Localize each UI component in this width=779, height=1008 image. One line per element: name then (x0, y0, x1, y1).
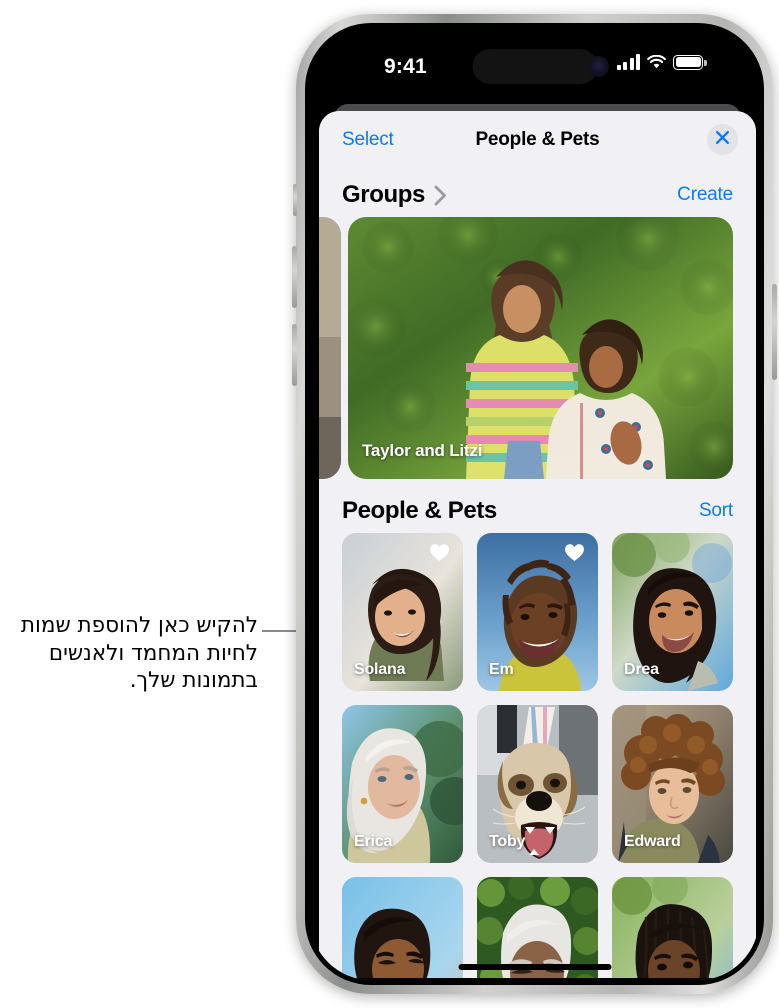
status-bar: 9:41 (310, 28, 759, 112)
heart-icon (564, 543, 585, 562)
person-name: Edward (624, 833, 681, 850)
person-tile[interactable] (342, 877, 463, 980)
groups-carousel[interactable]: Taylor and Litzi (319, 217, 756, 479)
device-bezel: 9:41 Select People & Pets Groups Create … (305, 23, 764, 985)
group-card[interactable]: Taylor and Litzi (348, 217, 733, 479)
screenshot-root: להקיש כאן להוספת שמות לחיות המחמד ולאנשי… (0, 0, 779, 1008)
person-tile[interactable]: Solana (342, 533, 463, 691)
person-name: Drea (624, 661, 659, 678)
person-name: Solana (354, 661, 406, 678)
iphone-device: 9:41 Select People & Pets Groups Create … (292, 14, 777, 994)
person-tile[interactable]: Drea (612, 533, 733, 691)
sort-button[interactable]: Sort (699, 500, 733, 522)
people-pets-section-header: People & Pets Sort (319, 489, 756, 533)
wifi-icon (647, 54, 666, 70)
person-tile[interactable]: Em (477, 533, 598, 691)
chevron-right-icon[interactable] (434, 185, 447, 206)
heart-icon (429, 543, 450, 562)
power-button[interactable] (772, 284, 777, 380)
annotation-callout: להקיש כאן להוספת שמות לחיות המחמד ולאנשי… (20, 613, 258, 693)
people-pets-sheet: Select People & Pets Groups Create Taylo… (319, 111, 756, 980)
device-screen: 9:41 Select People & Pets Groups Create … (310, 28, 759, 980)
person-tile[interactable]: Toby (477, 705, 598, 863)
create-group-button[interactable]: Create (677, 184, 733, 206)
volume-down-button[interactable] (292, 324, 297, 386)
silence-switch[interactable] (293, 184, 297, 216)
person-name: Toby (489, 833, 526, 850)
people-pets-grid: Solana Em Drea Erica Toby Edward (319, 533, 756, 980)
front-camera (588, 56, 609, 77)
home-indicator[interactable] (458, 964, 611, 970)
person-name: Em (489, 661, 514, 678)
sheet-header: Select People & Pets (319, 111, 756, 173)
group-card-label: Taylor and Litzi (362, 441, 483, 460)
sheet-title: People & Pets (475, 129, 600, 150)
person-tile[interactable]: Erica (342, 705, 463, 863)
screen-bottom-edge (310, 978, 759, 980)
people-pets-title: People & Pets (342, 497, 497, 524)
volume-up-button[interactable] (292, 246, 297, 308)
groups-section-header: Groups Create (319, 173, 756, 217)
battery-icon (673, 54, 707, 70)
dynamic-island (472, 49, 597, 84)
groups-title: Groups (342, 181, 425, 208)
person-tile[interactable] (612, 877, 733, 980)
signal-bars-icon (616, 54, 640, 70)
status-indicators (616, 54, 707, 70)
close-button[interactable] (707, 124, 738, 155)
person-tile[interactable]: Edward (612, 705, 733, 863)
person-name: Erica (354, 833, 393, 850)
group-card-previous[interactable] (319, 217, 341, 479)
close-icon (715, 130, 730, 150)
status-clock: 9:41 (384, 55, 427, 78)
